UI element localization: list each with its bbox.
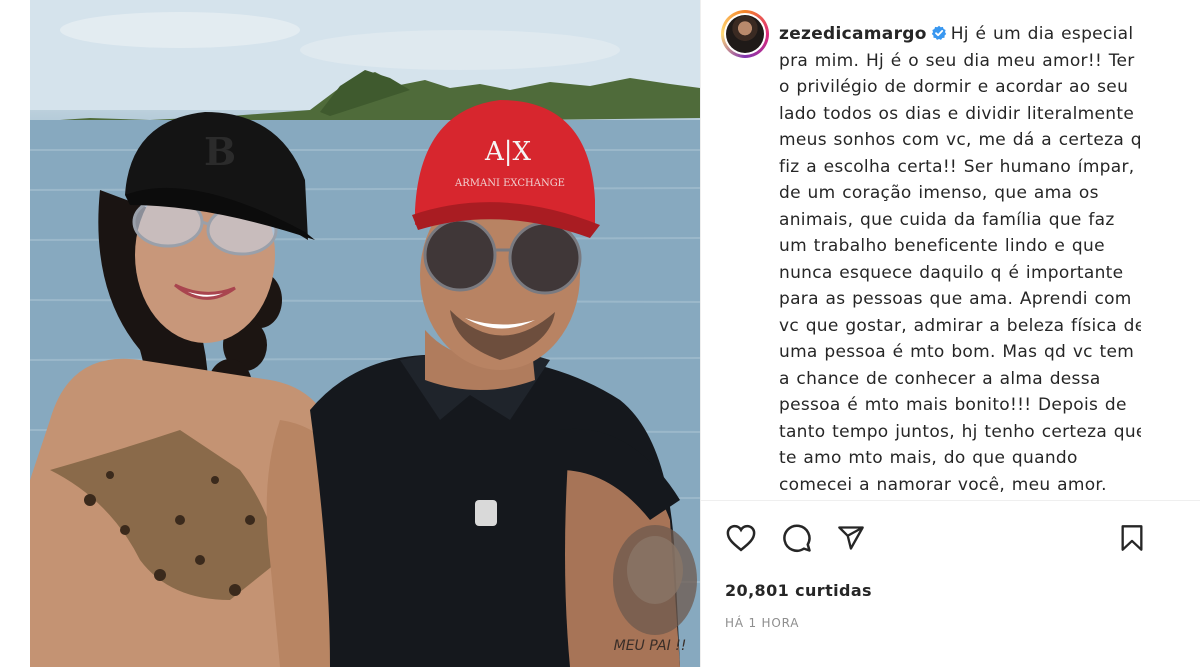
avatar-ring xyxy=(724,13,766,55)
avatar[interactable] xyxy=(721,10,769,58)
cap-right-logo: A|X xyxy=(484,137,532,167)
comment-button[interactable] xyxy=(779,520,815,556)
heart-icon xyxy=(726,524,756,552)
cap-right-text: ARMANI EXCHANGE xyxy=(454,178,565,189)
post-timestamp[interactable]: HÁ 1 HORA xyxy=(725,616,799,630)
cap-left-logo: B xyxy=(204,129,236,174)
action-bar xyxy=(721,520,1181,560)
photo-illustration: B MEU PAI !! A|X ARMANI EXCHANGE xyxy=(30,0,700,667)
caption-text: Hj é um dia especial pra mim. Hj é o seu… xyxy=(779,24,1141,495)
paper-plane-icon xyxy=(838,526,864,550)
avatar-photo xyxy=(726,15,764,53)
verified-badge-icon xyxy=(931,25,946,40)
username-link[interactable]: zezedicamargo xyxy=(779,24,927,44)
share-button[interactable] xyxy=(833,520,869,556)
comment-icon xyxy=(783,524,811,552)
tattoo-text: MEU PAI !! xyxy=(614,638,687,654)
bookmark-icon xyxy=(1121,525,1143,551)
post-photo[interactable]: B MEU PAI !! A|X ARMANI EXCHANGE xyxy=(30,0,700,667)
instagram-post: B MEU PAI !! A|X ARMANI EXCHANGE zezedic… xyxy=(0,0,1200,667)
like-button[interactable] xyxy=(723,520,759,556)
page-margin xyxy=(0,0,30,667)
divider xyxy=(701,500,1200,501)
caption: zezedicamargo Hj é um dia especial pra m… xyxy=(779,21,1141,498)
likes-count[interactable]: 20,801 curtidas xyxy=(725,581,872,600)
caption-area: zezedicamargo Hj é um dia especial pra m… xyxy=(721,10,1141,498)
save-button[interactable] xyxy=(1114,520,1150,556)
post-details-panel: zezedicamargo Hj é um dia especial pra m… xyxy=(700,0,1200,667)
